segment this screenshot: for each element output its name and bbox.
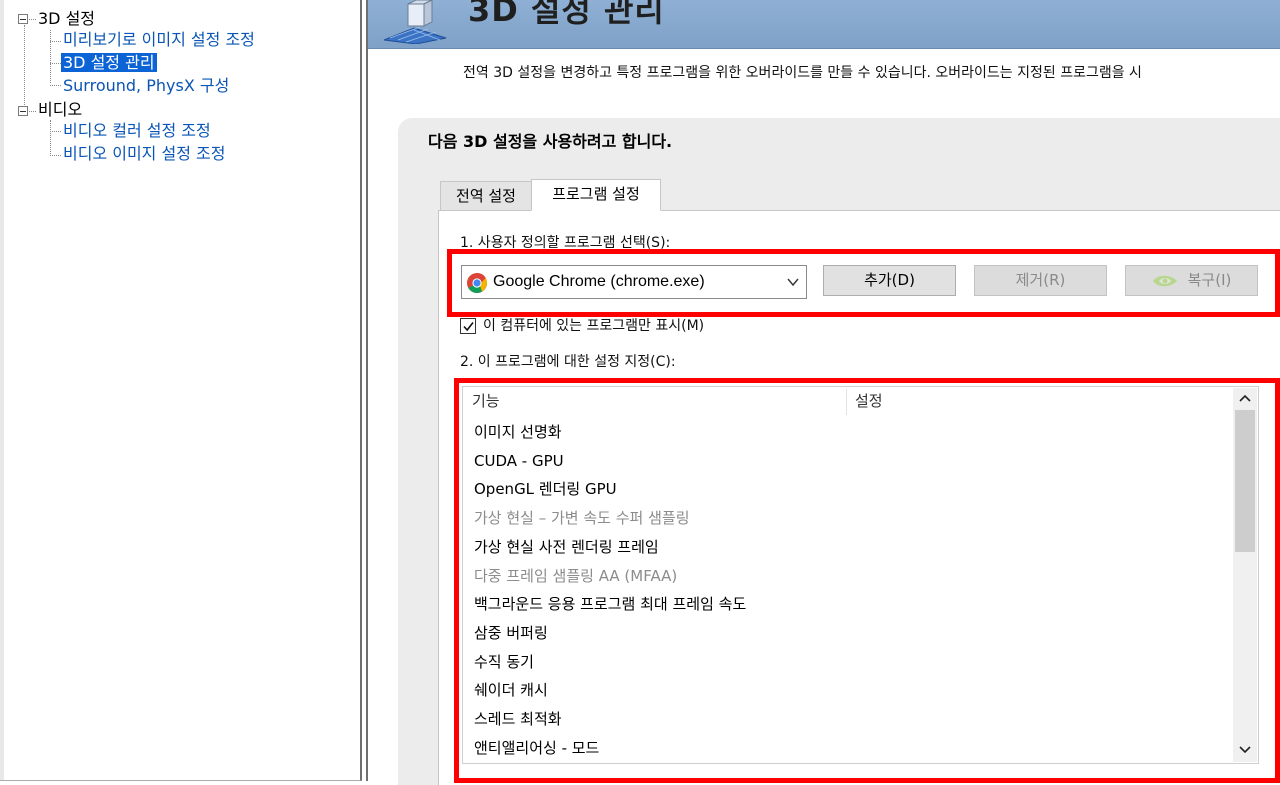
nvidia-control-panel: 3D 설정 미리보기로 이미지 설정 조정 3D 설정 관리 Surround,… bbox=[0, 0, 1280, 785]
feature-row[interactable]: 앤티앨리어싱 - 모드 bbox=[474, 735, 599, 761]
restore-program-button[interactable]: 복구(I) bbox=[1125, 265, 1258, 296]
column-header-setting[interactable]: 설정 bbox=[855, 389, 883, 413]
tree-item-label: Surround, PhysX 구성 bbox=[63, 76, 230, 95]
tree-item-preview-image-settings[interactable]: 미리보기로 이미지 설정 조정 bbox=[63, 29, 255, 51]
program-select-dropdown[interactable]: Google Chrome (chrome.exe) bbox=[461, 265, 807, 299]
column-header-feature[interactable]: 기능 bbox=[472, 389, 500, 413]
column-divider[interactable] bbox=[846, 389, 847, 415]
add-program-button[interactable]: 추가(D) bbox=[823, 265, 956, 296]
tree-connector bbox=[24, 25, 25, 113]
tree-item-label: 3D 설정 관리 bbox=[61, 53, 157, 72]
collapse-toggle-icon[interactable] bbox=[18, 106, 28, 116]
feature-row[interactable]: 삼중 버퍼링 bbox=[474, 620, 548, 646]
chevron-down-icon bbox=[787, 278, 799, 287]
step1-label: 1. 사용자 정의할 프로그램 선택(S): bbox=[460, 235, 671, 251]
feature-row[interactable]: 백그라운드 응용 프로그램 최대 프레임 속도 bbox=[474, 591, 746, 617]
tree-item-video-image[interactable]: 비디오 이미지 설정 조정 bbox=[63, 143, 225, 165]
tree-group-3d-settings[interactable]: 3D 설정 bbox=[38, 8, 95, 30]
tree-item-label: 비디오 컬러 설정 조정 bbox=[63, 121, 211, 140]
tab-program-settings[interactable]: 프로그램 설정 bbox=[531, 179, 661, 211]
page-title: 3D 설정 관리 bbox=[468, 0, 665, 29]
tree-item-manage-3d-settings[interactable]: 3D 설정 관리 bbox=[61, 52, 157, 74]
tree-item-label: 미리보기로 이미지 설정 조정 bbox=[63, 30, 255, 49]
chrome-icon bbox=[467, 273, 487, 293]
checkmark-icon bbox=[463, 322, 474, 332]
selected-program-text: Google Chrome (chrome.exe) bbox=[493, 273, 705, 290]
tree-group-label: 비디오 bbox=[38, 100, 83, 119]
tree-connector bbox=[50, 120, 51, 156]
feature-row[interactable]: 가상 현실 사전 렌더링 프레임 bbox=[474, 534, 659, 560]
feature-row[interactable]: 스레드 최적화 bbox=[474, 706, 562, 732]
show-installed-only-label[interactable]: 이 컴퓨터에 있는 프로그램만 표시(M) bbox=[483, 315, 704, 335]
remove-program-button[interactable]: 제거(R) bbox=[974, 265, 1107, 296]
tree-item-label: 비디오 이미지 설정 조정 bbox=[63, 144, 226, 163]
tree-connector bbox=[50, 85, 61, 86]
3d-settings-icon bbox=[383, 0, 447, 44]
feature-row[interactable]: 가상 현실 – 가변 속도 수퍼 샘플링 bbox=[474, 505, 690, 531]
tree-connector bbox=[29, 111, 36, 112]
collapse-toggle-icon[interactable] bbox=[18, 14, 28, 24]
chevron-up-icon[interactable] bbox=[1233, 388, 1257, 410]
scrollbar-thumb[interactable] bbox=[1235, 410, 1255, 552]
tab-global-settings[interactable]: 전역 설정 bbox=[440, 181, 532, 211]
feature-row[interactable]: 쉐이더 캐시 bbox=[474, 677, 548, 703]
feature-row[interactable]: 수직 동기 bbox=[474, 649, 534, 675]
feature-row[interactable]: 이미지 선명화 bbox=[474, 419, 562, 445]
tree-connector bbox=[50, 131, 61, 132]
tree-item-video-color[interactable]: 비디오 컬러 설정 조정 bbox=[63, 120, 211, 142]
pane-divider[interactable] bbox=[366, 0, 368, 781]
page-description: 전역 3D 설정을 변경하고 특정 프로그램을 위한 오버라이드를 만들 수 있… bbox=[463, 65, 1142, 81]
tree-connector bbox=[50, 41, 61, 42]
panel-heading: 다음 3D 설정을 사용하려고 합니다. bbox=[428, 132, 673, 151]
feature-row[interactable]: 다중 프레임 샘플링 AA (MFAA) bbox=[474, 563, 677, 589]
feature-row[interactable]: OpenGL 렌더링 GPU bbox=[474, 476, 617, 502]
tree-group-video[interactable]: 비디오 bbox=[38, 99, 82, 121]
navigation-tree: 3D 설정 미리보기로 이미지 설정 조정 3D 설정 관리 Surround,… bbox=[0, 0, 362, 781]
feature-row[interactable]: CUDA - GPU bbox=[474, 448, 564, 474]
tree-group-label: 3D 설정 bbox=[38, 9, 96, 28]
tree-connector bbox=[29, 19, 36, 20]
tree-connector bbox=[50, 30, 51, 83]
step2-label: 2. 이 프로그램에 대한 설정 지정(C): bbox=[460, 354, 676, 370]
tree-item-surround-physx[interactable]: Surround, PhysX 구성 bbox=[63, 75, 229, 97]
restore-button-label: 복구(I) bbox=[1187, 271, 1232, 289]
nvidia-icon bbox=[1152, 275, 1177, 286]
chevron-down-icon[interactable] bbox=[1233, 738, 1257, 760]
tree-connector bbox=[50, 155, 61, 156]
show-installed-only-checkbox[interactable] bbox=[460, 318, 476, 334]
tree-connector bbox=[50, 63, 61, 64]
